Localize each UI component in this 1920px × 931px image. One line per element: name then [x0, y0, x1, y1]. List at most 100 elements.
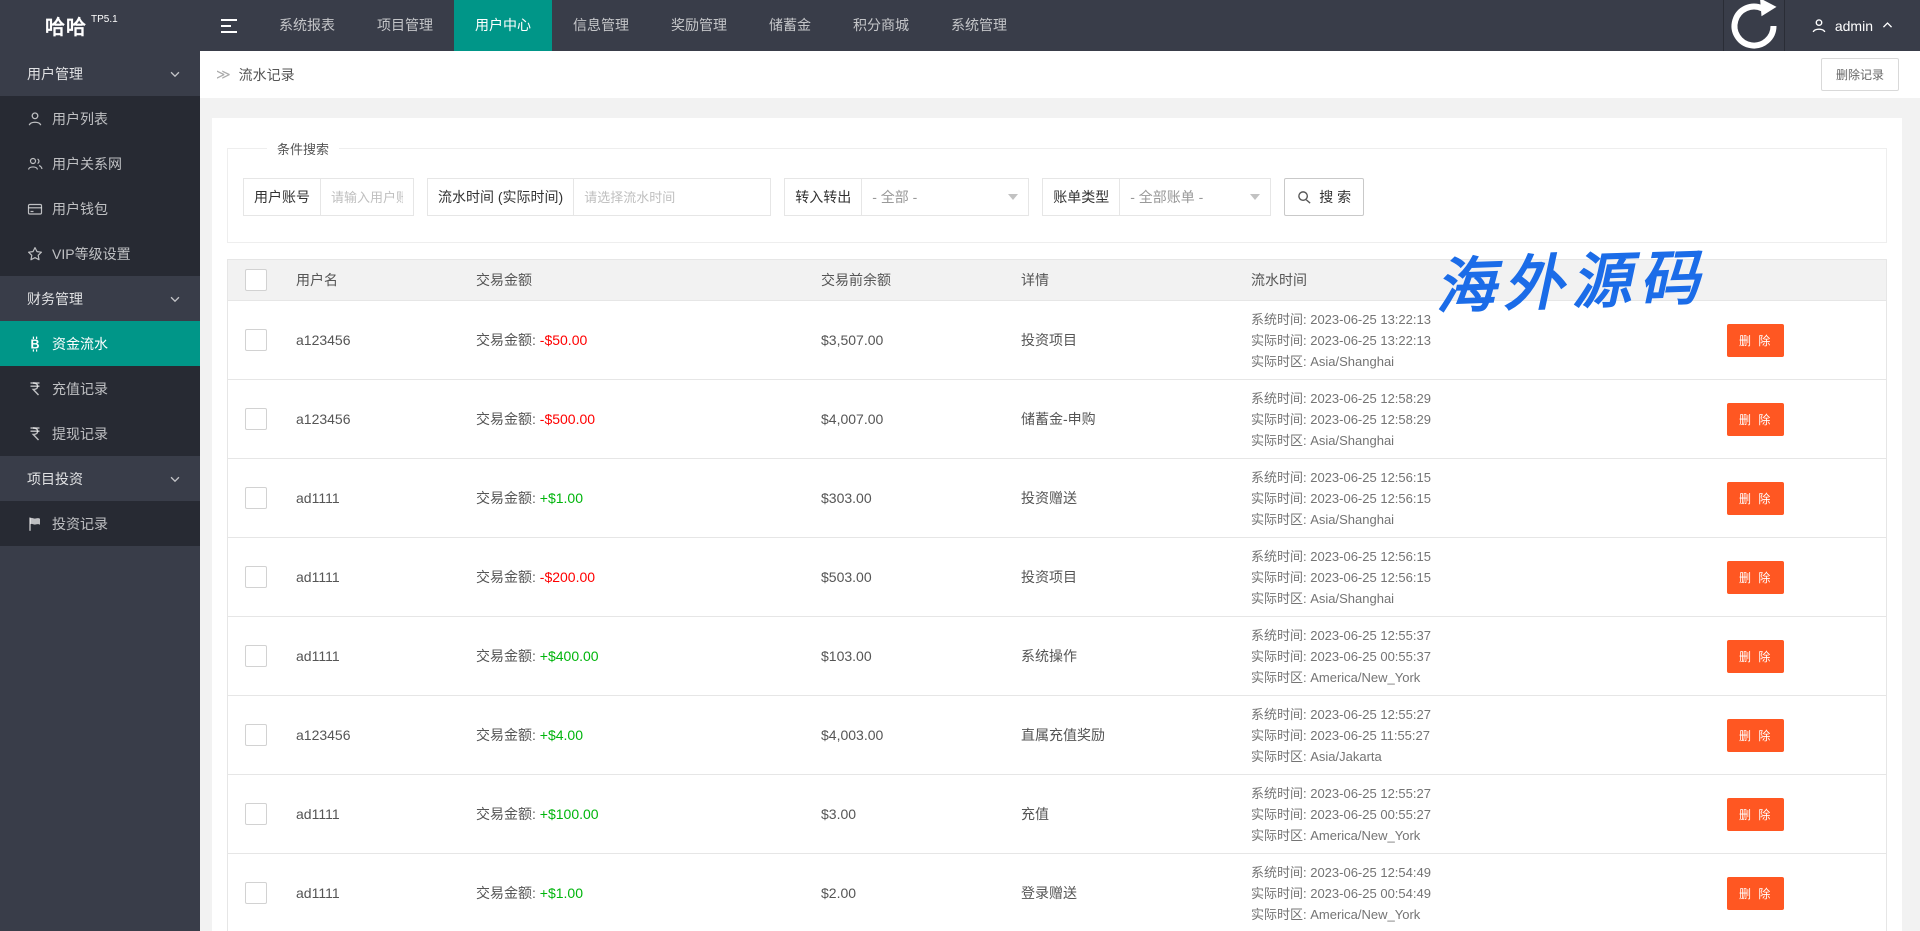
row-checkbox[interactable] [245, 724, 267, 746]
row-checkbox[interactable] [245, 487, 267, 509]
time-line: 系统时间: 2023-06-25 12:55:27 [1251, 704, 1699, 725]
row-checkbox[interactable] [245, 803, 267, 825]
row-delete-button[interactable]: 删 除 [1727, 482, 1784, 515]
sidebar-item[interactable]: 用户列表 [0, 96, 200, 141]
time-line: 实际时间: 2023-06-25 11:55:27 [1251, 725, 1699, 746]
time-line: 系统时间: 2023-06-25 12:54:49 [1251, 862, 1699, 883]
table-body: a123456 交易金额: -$50.00 $3,507.00 投资项目 系统时… [228, 300, 1886, 931]
user-menu[interactable]: admin [1785, 0, 1920, 51]
cell-balance: $503.00 [809, 569, 1009, 585]
cell-time: 系统时间: 2023-06-25 12:55:37实际时间: 2023-06-2… [1239, 625, 1699, 688]
cell-username: ad1111 [284, 806, 464, 822]
cell-username: ad1111 [284, 490, 464, 506]
sidebar-section: 财务管理B资金流水充值记录提现记录 [0, 276, 200, 456]
row-delete-button[interactable]: 删 除 [1727, 877, 1784, 910]
time-line: 实际时间: 2023-06-25 12:56:15 [1251, 567, 1699, 588]
row-delete-button[interactable]: 删 除 [1727, 561, 1784, 594]
sidebar-item[interactable]: 用户关系网 [0, 141, 200, 186]
sidebar-group-title[interactable]: 项目投资 [0, 456, 200, 501]
time-line: 实际时间: 2023-06-25 12:56:15 [1251, 488, 1699, 509]
cell-detail: 储蓄金-申购 [1009, 409, 1239, 429]
topbar-menu-item[interactable]: 信息管理 [552, 0, 650, 51]
time-line: 实际时区: Asia/Shanghai [1251, 430, 1699, 451]
direction-select[interactable]: - 全部 - [862, 179, 1028, 215]
table-row: ad1111 交易金额: +$100.00 $3.00 充值 系统时间: 202… [228, 774, 1886, 853]
type-select-value: - 全部账单 - [1130, 187, 1203, 207]
delete-records-button[interactable]: 删除记录 [1821, 58, 1899, 91]
table-row: a123456 交易金额: -$500.00 $4,007.00 储蓄金-申购 … [228, 379, 1886, 458]
cell-amount: 交易金额: +$100.00 [464, 804, 809, 824]
app-logo-text: 哈哈 [45, 11, 87, 40]
cell-time: 系统时间: 2023-06-25 12:55:27实际时间: 2023-06-2… [1239, 704, 1699, 767]
sidebar-item[interactable]: 提现记录 [0, 411, 200, 456]
row-checkbox[interactable] [245, 566, 267, 588]
time-line: 实际时区: America/New_York [1251, 667, 1699, 688]
time-label: 流水时间 (实际时间) [428, 179, 574, 215]
time-line: 实际时区: Asia/Shanghai [1251, 351, 1699, 372]
topbar-menu-item[interactable]: 储蓄金 [748, 0, 832, 51]
star-icon [27, 246, 43, 262]
topbar-menu-item[interactable]: 奖励管理 [650, 0, 748, 51]
cell-amount: 交易金额: +$1.00 [464, 883, 809, 903]
row-delete-button[interactable]: 删 除 [1727, 403, 1784, 436]
topbar-menu-item[interactable]: 系统管理 [930, 0, 1028, 51]
cell-detail: 投资赠送 [1009, 488, 1239, 508]
menu-collapse-icon[interactable] [200, 0, 258, 51]
type-label: 账单类型 [1043, 179, 1120, 215]
select-all-checkbox[interactable] [245, 269, 267, 291]
time-line: 系统时间: 2023-06-25 13:22:13 [1251, 309, 1699, 330]
cell-detail: 直属充值奖励 [1009, 725, 1239, 745]
sidebar-item[interactable]: VIP等级设置 [0, 231, 200, 276]
cell-balance: $4,003.00 [809, 727, 1009, 743]
time-field-group: 流水时间 (实际时间) [427, 178, 771, 216]
search-button[interactable]: 搜 索 [1284, 178, 1364, 216]
row-checkbox[interactable] [245, 408, 267, 430]
cell-detail: 投资项目 [1009, 567, 1239, 587]
sidebar-submenu: 投资记录 [0, 501, 200, 546]
row-delete-button[interactable]: 删 除 [1727, 324, 1784, 357]
time-line: 系统时间: 2023-06-25 12:55:37 [1251, 625, 1699, 646]
row-delete-button[interactable]: 删 除 [1727, 719, 1784, 752]
cell-time: 系统时间: 2023-06-25 12:56:15实际时间: 2023-06-2… [1239, 546, 1699, 609]
cell-username: ad1111 [284, 569, 464, 585]
row-checkbox[interactable] [245, 329, 267, 351]
row-checkbox[interactable] [245, 882, 267, 904]
sidebar-item[interactable]: 投资记录 [0, 501, 200, 546]
cell-time: 系统时间: 2023-06-25 12:54:49实际时间: 2023-06-2… [1239, 862, 1699, 925]
sidebar-item[interactable]: B资金流水 [0, 321, 200, 366]
row-delete-button[interactable]: 删 除 [1727, 640, 1784, 673]
content-card: 条件搜索 用户账号 流水时间 (实际时间) 转入转出 - 全部 - [212, 118, 1902, 931]
main-content: ≫ 流水记录 删除记录 条件搜索 用户账号 流水时间 (实际时间) 转入转出 - [200, 51, 1920, 931]
account-input[interactable] [321, 179, 413, 215]
direction-select-value: - 全部 - [872, 187, 917, 207]
row-delete-button[interactable]: 删 除 [1727, 798, 1784, 831]
topbar-menu-item[interactable]: 项目管理 [356, 0, 454, 51]
sidebar-item[interactable]: 用户钱包 [0, 186, 200, 231]
cell-balance: $2.00 [809, 885, 1009, 901]
table-row: ad1111 交易金额: +$1.00 $2.00 登录赠送 系统时间: 202… [228, 853, 1886, 931]
time-line: 系统时间: 2023-06-25 12:58:29 [1251, 388, 1699, 409]
sidebar-item[interactable]: 充值记录 [0, 366, 200, 411]
topbar-menu-item[interactable]: 用户中心 [454, 0, 552, 51]
records-table: 用户名 交易金额 交易前余额 详情 流水时间 a123456 交易金额: -$5… [227, 259, 1887, 931]
direction-label: 转入转出 [785, 179, 862, 215]
time-line: 系统时间: 2023-06-25 12:56:15 [1251, 467, 1699, 488]
topbar-menu-item[interactable]: 系统报表 [258, 0, 356, 51]
app-logo-version: TP5.1 [91, 14, 118, 25]
time-input[interactable] [574, 179, 770, 215]
row-checkbox[interactable] [245, 645, 267, 667]
cell-amount: 交易金额: -$200.00 [464, 567, 809, 587]
sidebar-item-label: 用户关系网 [52, 154, 122, 174]
topbar-menu: 系统报表项目管理用户中心信息管理奖励管理储蓄金积分商城系统管理 [258, 0, 1028, 51]
sidebar-group-title[interactable]: 财务管理 [0, 276, 200, 321]
cell-time: 系统时间: 2023-06-25 13:22:13实际时间: 2023-06-2… [1239, 309, 1699, 372]
type-select[interactable]: - 全部账单 - [1120, 179, 1270, 215]
cell-balance: $3.00 [809, 806, 1009, 822]
cell-username: a123456 [284, 727, 464, 743]
cell-time: 系统时间: 2023-06-25 12:58:29实际时间: 2023-06-2… [1239, 388, 1699, 451]
refresh-icon[interactable] [1723, 0, 1785, 51]
sidebar-group-title[interactable]: 用户管理 [0, 51, 200, 96]
topbar-menu-item[interactable]: 积分商城 [832, 0, 930, 51]
breadcrumb-icon: ≫ [216, 66, 231, 83]
time-line: 实际时区: Asia/Shanghai [1251, 588, 1699, 609]
